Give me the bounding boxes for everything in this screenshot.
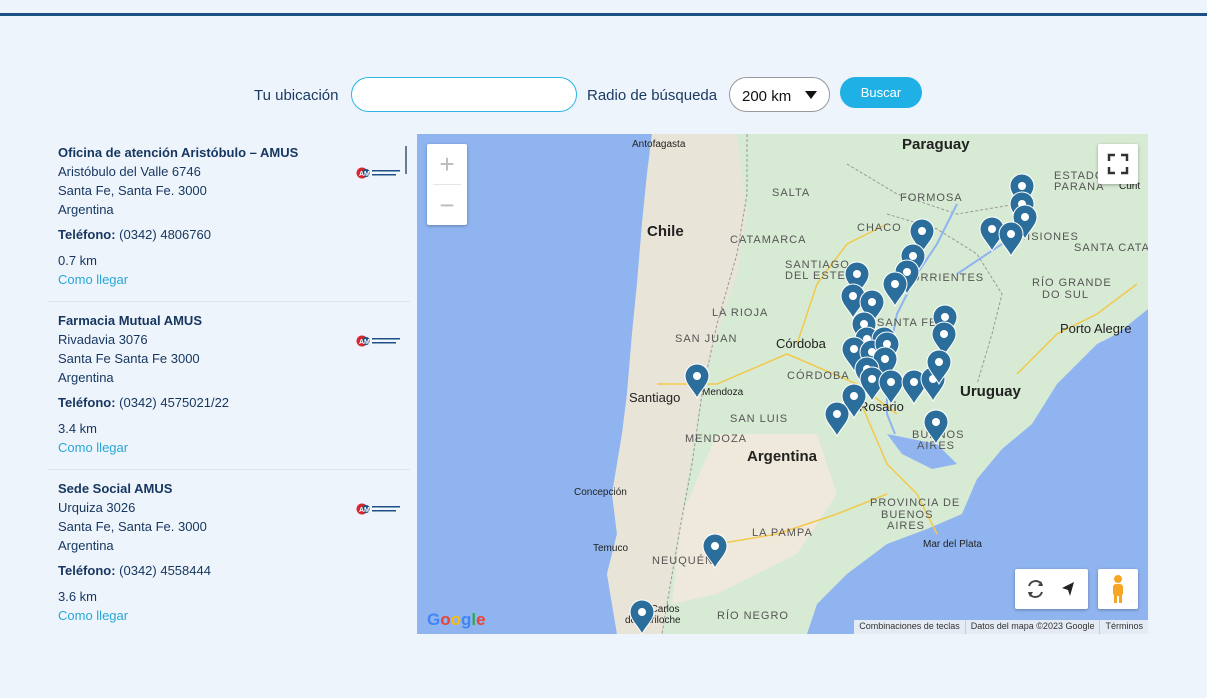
zoom-control: + − bbox=[427, 144, 467, 225]
list-scrollbar[interactable] bbox=[405, 146, 407, 174]
google-logo: Google bbox=[427, 610, 486, 629]
location-city: Santa Fe, Santa Fe. 3000 bbox=[58, 183, 207, 198]
list-item[interactable]: Farmacia Mutual AMUS Rivadavia 3076 Sant… bbox=[48, 302, 410, 470]
map-marker-icon[interactable] bbox=[998, 221, 1024, 258]
location-country: Argentina bbox=[58, 538, 114, 553]
keyboard-shortcuts-link[interactable]: Combinaciones de teclas bbox=[854, 620, 965, 634]
map-data-text: Datos del mapa ©2023 Google bbox=[964, 620, 1100, 634]
map-tools bbox=[1015, 569, 1088, 609]
location-country: Argentina bbox=[58, 370, 114, 385]
map-marker-icon[interactable] bbox=[684, 363, 710, 400]
location-city: Santa Fe Santa Fe 3000 bbox=[58, 351, 200, 366]
location-country: Argentina bbox=[58, 202, 114, 217]
zoom-out-button[interactable]: − bbox=[427, 185, 467, 225]
map-marker-icon[interactable] bbox=[824, 401, 850, 438]
terms-link[interactable]: Términos bbox=[1099, 620, 1148, 634]
location-phone: Teléfono: (0342) 4806760 bbox=[58, 227, 400, 242]
radius-label: Radio de búsqueda bbox=[587, 87, 718, 104]
rotate-icon[interactable] bbox=[1028, 580, 1043, 598]
phone-number: (0342) 4806760 bbox=[119, 227, 211, 242]
directions-link[interactable]: Como llegar bbox=[58, 272, 400, 287]
directions-link[interactable]: Como llegar bbox=[58, 440, 400, 455]
phone-number: (0342) 4558444 bbox=[119, 563, 211, 578]
caret-down-icon bbox=[805, 91, 817, 99]
directions-link[interactable]: Como llegar bbox=[58, 608, 400, 623]
phone-number: (0342) 4575021/22 bbox=[119, 395, 230, 410]
amus-logo: AMUS bbox=[356, 167, 400, 179]
location-input[interactable] bbox=[351, 77, 577, 112]
location-city: Santa Fe, Santa Fe. 3000 bbox=[58, 519, 207, 534]
phone-label: Teléfono: bbox=[58, 563, 116, 578]
top-border bbox=[0, 13, 1207, 16]
map[interactable]: Paraguay Antofagasta SALTA FORMOSA ESTAD… bbox=[417, 134, 1148, 634]
map-marker-icon[interactable] bbox=[882, 271, 908, 308]
results-list[interactable]: Oficina de atención Aristóbulo – AMUS Ar… bbox=[48, 134, 410, 634]
location-label: Tu ubicación bbox=[254, 87, 339, 104]
fullscreen-button[interactable] bbox=[1098, 144, 1138, 184]
map-tools-icons bbox=[1028, 580, 1074, 598]
location-name: Sede Social AMUS bbox=[58, 481, 173, 496]
list-item[interactable]: Oficina de atención Aristóbulo – AMUS Ar… bbox=[48, 134, 410, 302]
location-distance: 3.4 km bbox=[58, 421, 98, 436]
location-address: Urquiza 3026 bbox=[58, 500, 136, 515]
map-markers bbox=[629, 173, 1038, 634]
radius-select[interactable]: 200 km bbox=[729, 77, 830, 112]
zoom-in-button[interactable]: + bbox=[427, 144, 467, 184]
location-distance: 3.6 km bbox=[58, 589, 98, 604]
radius-value: 200 km bbox=[742, 88, 792, 105]
amus-logo: AMUS bbox=[356, 335, 400, 347]
map-marker-icon[interactable] bbox=[923, 409, 949, 446]
location-address: Aristóbulo del Valle 6746 bbox=[58, 164, 201, 179]
search-bar: Tu ubicación Radio de búsqueda 200 km Bu… bbox=[0, 77, 1207, 113]
map-attribution: Combinaciones de teclas Datos del mapa ©… bbox=[854, 620, 1148, 634]
location-phone: Teléfono: (0342) 4575021/22 bbox=[58, 395, 400, 410]
pegman-button[interactable] bbox=[1098, 569, 1138, 609]
location-name: Oficina de atención Aristóbulo – AMUS bbox=[58, 145, 299, 160]
map-marker-icon[interactable] bbox=[629, 599, 655, 634]
phone-label: Teléfono: bbox=[58, 395, 116, 410]
phone-label: Teléfono: bbox=[58, 227, 116, 242]
location-phone: Teléfono: (0342) 4558444 bbox=[58, 563, 400, 578]
locate-icon[interactable] bbox=[1062, 582, 1074, 596]
list-item[interactable]: Sede Social AMUS Urquiza 3026 Santa Fe, … bbox=[48, 470, 410, 634]
fullscreen-icon bbox=[1107, 153, 1129, 175]
location-name: Farmacia Mutual AMUS bbox=[58, 313, 202, 328]
search-button[interactable]: Buscar bbox=[840, 77, 922, 108]
pegman-icon bbox=[1113, 575, 1123, 603]
location-address: Rivadavia 3076 bbox=[58, 332, 148, 347]
amus-logo: AMUS bbox=[356, 503, 400, 515]
location-distance: 0.7 km bbox=[58, 253, 98, 268]
map-marker-icon[interactable] bbox=[702, 533, 728, 570]
map-marker-icon[interactable] bbox=[878, 369, 904, 406]
